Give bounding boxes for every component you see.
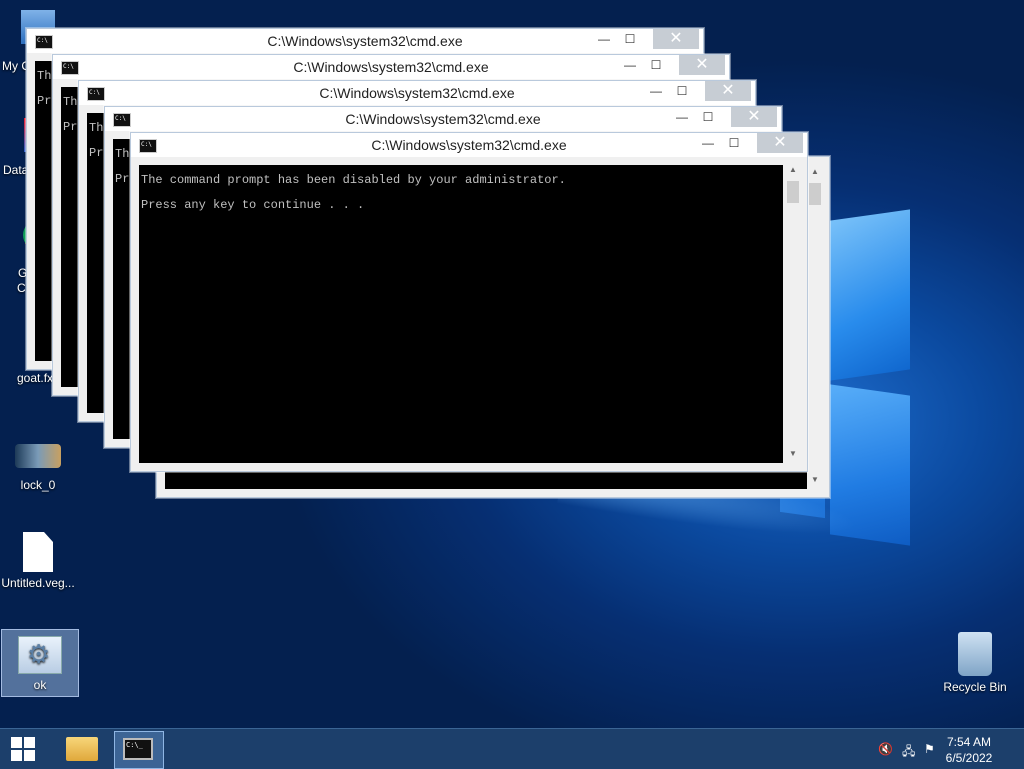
minimize-button[interactable]: — (593, 29, 615, 49)
close-button[interactable]: ✕ (731, 107, 777, 127)
cmd-window-active[interactable]: C:\Windows\system32\cmd.exe — ☐ ✕ The co… (130, 132, 808, 472)
start-button[interactable] (0, 729, 48, 769)
network-icon[interactable]: 🖧 (902, 742, 916, 758)
desktop-icon-label: goat.fx (17, 371, 54, 385)
system-tray: 🔇 🖧 ⚑ 7:54 AM 6/5/2022 (864, 729, 1024, 769)
console-line: The command prompt has been disabled by … (141, 173, 566, 187)
minimize-button[interactable]: — (619, 55, 641, 75)
console-line: Press any key to continue . . . (141, 198, 365, 212)
window-titlebar[interactable]: C:\Windows\system32\cmd.exe — ☐ ✕ (53, 55, 729, 79)
close-button[interactable]: ✕ (757, 133, 803, 153)
scroll-up-arrow-icon[interactable]: ▲ (785, 165, 801, 179)
close-button[interactable]: ✕ (653, 29, 699, 49)
desktop-icon-recycle-bin[interactable]: Recycle Bin (937, 632, 1013, 694)
window-titlebar[interactable]: C:\Windows\system32\cmd.exe — ☐ ✕ (131, 133, 807, 157)
desktop-icon-label: ok (33, 678, 47, 692)
vertical-scrollbar[interactable]: ▲ ▼ (807, 167, 823, 489)
taskbar-file-explorer[interactable] (58, 731, 106, 767)
desktop-icon-label: lock_0 (20, 478, 56, 492)
lock-image-icon (15, 444, 61, 468)
scroll-thumb[interactable] (787, 181, 799, 203)
maximize-button[interactable]: ☐ (697, 107, 719, 127)
close-button[interactable]: ✕ (679, 55, 725, 75)
window-titlebar[interactable]: C:\Windows\system32\cmd.exe — ☐ ✕ (105, 107, 781, 131)
scroll-thumb[interactable] (809, 183, 821, 205)
file-explorer-icon (66, 737, 98, 761)
desktop-icon-lock[interactable]: lock_0 (0, 444, 76, 492)
scroll-down-arrow-icon[interactable]: ▼ (807, 475, 823, 489)
scroll-up-arrow-icon[interactable]: ▲ (807, 167, 823, 181)
maximize-button[interactable]: ☐ (645, 55, 667, 75)
maximize-button[interactable]: ☐ (671, 81, 693, 101)
clock-date: 6/5/2022 (945, 751, 993, 765)
minimize-button[interactable]: — (697, 133, 719, 153)
clock-time: 7:54 AM (946, 735, 992, 749)
wallpaper-logo-pane (830, 209, 910, 381)
close-button[interactable]: ✕ (705, 81, 751, 101)
desktop-icon-untitled[interactable]: Untitled.veg... (0, 532, 76, 590)
scroll-down-arrow-icon[interactable]: ▼ (785, 449, 801, 463)
taskbar-cmd[interactable]: C:\_ (114, 731, 164, 769)
recycle-bin-icon (958, 632, 992, 676)
vertical-scrollbar[interactable]: ▲ ▼ (785, 165, 801, 463)
desktop-icon-label: Data (3, 163, 29, 177)
console-output[interactable]: The command prompt has been disabled by … (139, 165, 783, 463)
cmd-icon: C:\_ (123, 738, 153, 760)
desktop-icon-label: C (17, 281, 26, 295)
taskbar: C:\_ 🔇 🖧 ⚑ 7:54 AM 6/5/2022 (0, 728, 1024, 769)
minimize-button[interactable]: — (671, 107, 693, 127)
desktop-icon-label: Untitled.veg... (1, 576, 75, 590)
maximize-button[interactable]: ☐ (723, 133, 745, 153)
settings-file-icon (18, 636, 62, 674)
minimize-button[interactable]: — (645, 81, 667, 101)
window-titlebar[interactable]: C:\Windows\system32\cmd.exe — ☐ ✕ (27, 29, 703, 53)
desktop-icon-ok[interactable]: ok (1, 629, 79, 697)
maximize-button[interactable]: ☐ (619, 29, 641, 49)
document-icon (23, 532, 53, 572)
desktop-icon-label: Recycle Bin (943, 680, 1007, 694)
volume-muted-icon[interactable]: 🔇 (878, 742, 893, 756)
window-titlebar[interactable]: C:\Windows\system32\cmd.exe — ☐ ✕ (79, 81, 755, 105)
clock[interactable]: 7:54 AM 6/5/2022 (934, 734, 1004, 766)
